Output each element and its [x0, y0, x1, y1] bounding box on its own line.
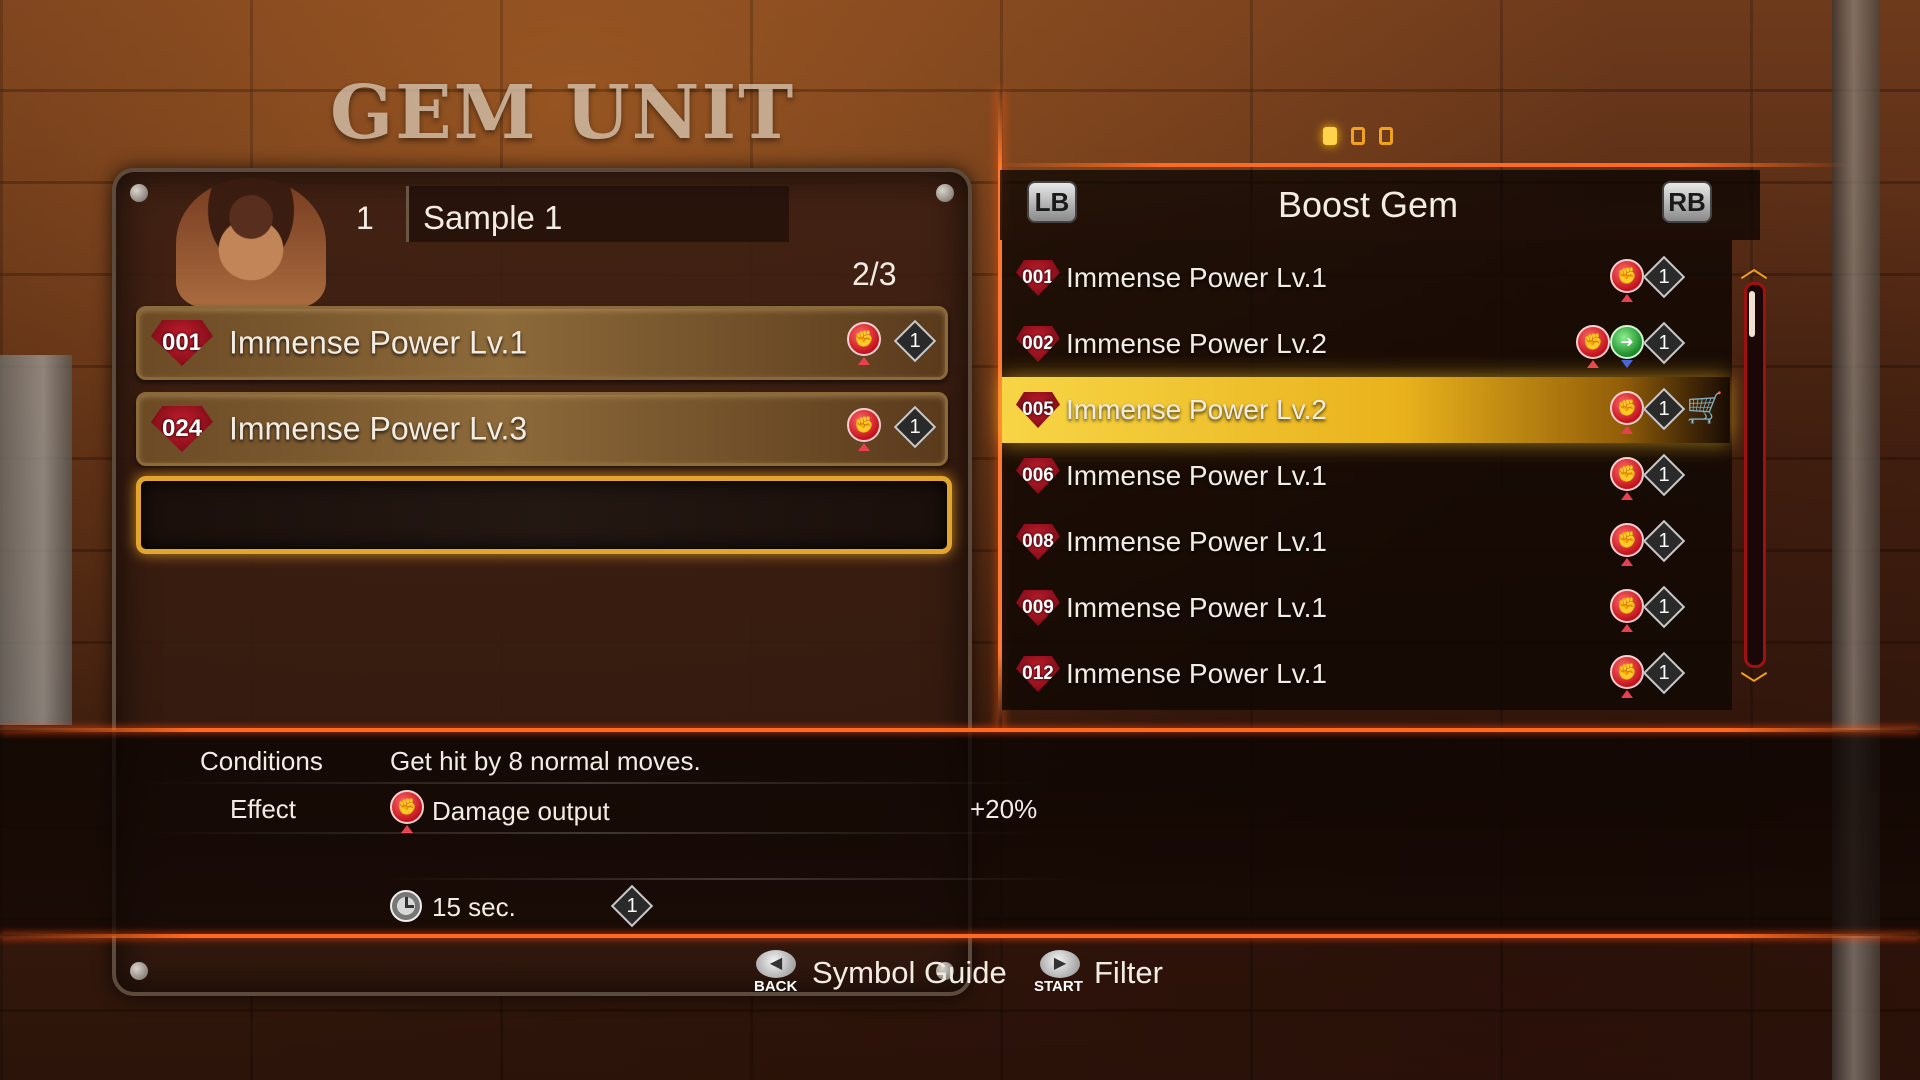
- gem-name: Immense Power Lv.1: [1066, 460, 1327, 491]
- power-fist-icon: ✊: [1610, 457, 1644, 491]
- unit-name: Sample 1: [423, 199, 563, 236]
- symbol-guide-label[interactable]: Symbol Guide: [812, 955, 1007, 991]
- filter-label[interactable]: Filter: [1094, 955, 1163, 991]
- shopping-cart-icon: 🛒: [1686, 392, 1724, 425]
- details-top-line: [0, 728, 1920, 732]
- back-label: BACK: [754, 978, 798, 995]
- scrollbar-thumb[interactable]: [1749, 291, 1755, 337]
- power-fist-icon: ✊: [1576, 325, 1610, 359]
- power-fist-icon: ✊: [1610, 259, 1644, 293]
- gem-name: Immense Power Lv.1: [1066, 262, 1327, 293]
- scrollbar[interactable]: [1744, 282, 1766, 668]
- gem-id-badge: 008: [1016, 524, 1060, 560]
- gem-list-item[interactable]: 012 Immense Power Lv.1 ✊ 1: [1002, 641, 1730, 707]
- power-fist-icon: ✊: [1610, 655, 1644, 689]
- character-portrait: [176, 178, 326, 308]
- rb-button[interactable]: RB: [1662, 181, 1712, 223]
- cost-diamond-icon: 1: [1644, 257, 1684, 297]
- details-bottom-line: [0, 934, 1920, 938]
- gem-name: Immense Power Lv.1: [1066, 658, 1327, 689]
- effect-amount: +20%: [970, 794, 1038, 824]
- gem-slot-2[interactable]: 024 Immense Power Lv.3 ✊ 1: [136, 392, 948, 466]
- divider: [140, 782, 1040, 784]
- gem-list-item[interactable]: 009 Immense Power Lv.1 ✊ 1: [1002, 575, 1730, 641]
- cost-diamond-icon: 1: [1644, 323, 1684, 363]
- back-button-icon[interactable]: ◀: [756, 950, 796, 978]
- clock-icon: [390, 890, 422, 922]
- header-accent-line: [990, 163, 1850, 167]
- slot-count: 2/3: [852, 256, 897, 292]
- gem-category-title: Boost Gem: [1278, 184, 1459, 225]
- cost-diamond-icon: 1: [1644, 587, 1684, 627]
- scroll-down-arrow-icon[interactable]: ﹀: [1740, 664, 1768, 704]
- start-label: START: [1034, 978, 1083, 995]
- cost-diamond-icon: 1: [895, 407, 935, 447]
- rivet-icon: [936, 184, 954, 202]
- speed-boot-icon: ➜: [1610, 325, 1644, 359]
- divider: [140, 832, 1040, 834]
- gem-list: 001 Immense Power Lv.1 ✊ 1 002 Immense P…: [1002, 240, 1732, 710]
- gem-name: Immense Power Lv.1: [1066, 592, 1327, 623]
- gem-name: Immense Power Lv.1: [1066, 526, 1327, 557]
- cost-diamond-icon: 1: [1644, 521, 1684, 561]
- gem-name: Immense Power Lv.2: [1066, 328, 1327, 359]
- cost-diamond-icon: 1: [612, 886, 652, 926]
- duration-value: 15 sec.: [432, 892, 516, 922]
- gem-list-item[interactable]: 006 Immense Power Lv.1 ✊ 1: [1002, 443, 1730, 509]
- gem-slot-3-empty[interactable]: [136, 476, 952, 554]
- power-fist-icon: ✊: [847, 408, 881, 442]
- unit-number: 1: [356, 200, 374, 236]
- gem-id-badge: 006: [1016, 458, 1060, 494]
- power-fist-icon: ✊: [1610, 391, 1644, 425]
- power-fist-icon: ✊: [390, 790, 424, 824]
- start-button-icon[interactable]: ▶: [1040, 950, 1080, 978]
- cost-diamond-icon: 1: [1644, 653, 1684, 693]
- gem-list-item-selected[interactable]: 005 Immense Power Lv.2 ✊ 1 🛒: [1002, 377, 1730, 443]
- cost-diamond-icon: 1: [1644, 389, 1684, 429]
- gem-list-item[interactable]: 002 Immense Power Lv.2 ✊ ➜ 1: [1002, 311, 1730, 377]
- gem-list-item[interactable]: 008 Immense Power Lv.1 ✊ 1: [1002, 509, 1730, 575]
- gem-id-badge: 005: [1016, 392, 1060, 428]
- rivet-icon: [130, 184, 148, 202]
- divider: [380, 878, 1080, 880]
- power-fist-icon: ✊: [1610, 589, 1644, 623]
- lb-button[interactable]: LB: [1027, 181, 1077, 223]
- cost-diamond-icon: 1: [1644, 455, 1684, 495]
- cost-diamond-icon: 1: [895, 321, 935, 361]
- power-fist-icon: ✊: [1610, 523, 1644, 557]
- page-indicator: [1323, 127, 1393, 145]
- screen-title: GEM UNIT: [330, 70, 796, 156]
- gem-list-item[interactable]: 001 Immense Power Lv.1 ✊ 1: [1002, 245, 1730, 311]
- effect-label: Effect: [230, 794, 297, 824]
- gem-id-badge: 001: [151, 320, 213, 366]
- conditions-label: Conditions: [200, 746, 323, 776]
- gem-id-badge: 002: [1016, 326, 1060, 362]
- page-dot-1: [1323, 127, 1337, 145]
- metal-plate-decoration: [0, 355, 72, 725]
- gem-id-badge: 024: [151, 406, 213, 452]
- gem-id-badge: 009: [1016, 590, 1060, 626]
- page-dot-3: [1379, 127, 1393, 145]
- gem-id-badge: 012: [1016, 656, 1060, 692]
- power-fist-icon: ✊: [847, 322, 881, 356]
- gem-name: Immense Power Lv.3: [229, 410, 528, 447]
- gem-slot-1[interactable]: 001 Immense Power Lv.1 ✊ 1: [136, 306, 948, 380]
- conditions-value: Get hit by 8 normal moves.: [390, 746, 701, 776]
- gem-name: Immense Power Lv.1: [229, 324, 528, 361]
- gem-name: Immense Power Lv.2: [1066, 394, 1327, 425]
- rivet-icon: [130, 962, 148, 980]
- gem-id-badge: 001: [1016, 260, 1060, 296]
- page-dot-2: [1351, 127, 1365, 145]
- scroll-up-arrow-icon[interactable]: ︿: [1740, 246, 1768, 286]
- effect-value: Damage output: [432, 796, 610, 826]
- unit-name-field[interactable]: Sample 1: [406, 186, 789, 242]
